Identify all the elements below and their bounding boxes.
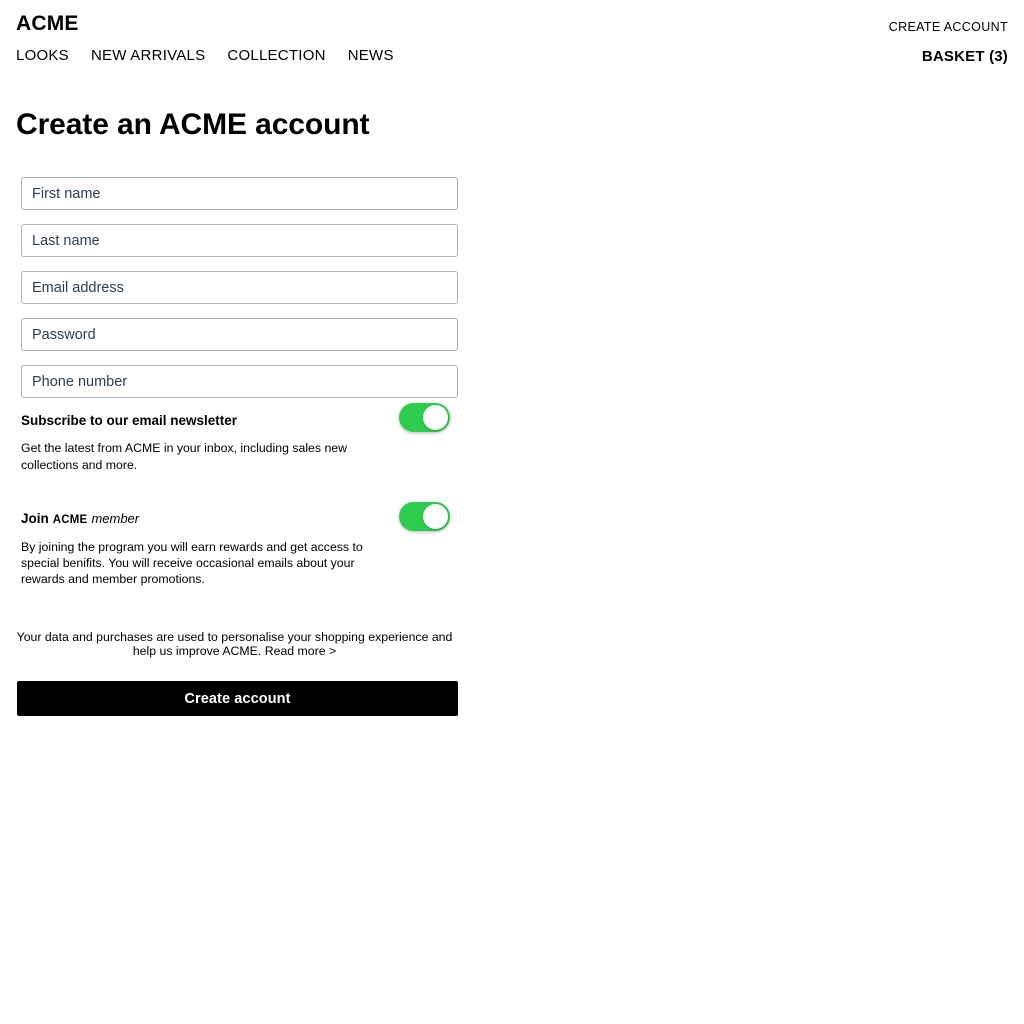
basket-link[interactable]: BASKET (3) — [922, 48, 1008, 65]
membership-title: Join ACME member — [21, 511, 458, 528]
newsletter-option: Subscribe to our email newsletter Get th… — [21, 403, 458, 473]
last-name-input[interactable] — [21, 224, 458, 257]
privacy-note: Your data and purchases are used to pers… — [16, 630, 453, 659]
nav-item-looks[interactable]: LOOKS — [16, 47, 69, 64]
create-account-link[interactable]: CREATE ACCOUNT — [889, 20, 1008, 34]
privacy-read-more-link[interactable]: Read more > — [265, 644, 336, 658]
phone-number-input[interactable] — [21, 365, 458, 398]
membership-title-suffix: member — [91, 510, 140, 526]
membership-option: Join ACME member By joining the program yo… — [21, 501, 458, 588]
toggle-knob-icon — [423, 405, 448, 430]
toggle-knob-icon — [423, 503, 448, 529]
newsletter-description: Get the latest from ACME in your inbox, … — [21, 441, 348, 472]
nav-item-collection[interactable]: COLLECTION — [227, 47, 325, 64]
nav-item-news[interactable]: NEWS — [348, 47, 394, 64]
password-input[interactable] — [21, 318, 458, 351]
page-title: Create an ACME account — [16, 108, 370, 141]
signup-form: Subscribe to our email newsletter Get th… — [21, 177, 458, 588]
nav-item-new-arrivals[interactable]: NEW ARRIVALS — [91, 47, 205, 64]
newsletter-toggle[interactable] — [399, 403, 450, 432]
membership-description: By joining the program you will earn rew… — [21, 539, 363, 587]
email-address-input[interactable] — [21, 271, 458, 304]
create-account-button[interactable]: Create account — [17, 681, 458, 716]
main-navigation: LOOKS NEW ARRIVALS COLLECTION NEWS — [16, 47, 394, 64]
first-name-input[interactable] — [21, 177, 458, 210]
privacy-note-text: Your data and purchases are used to pers… — [16, 630, 453, 659]
membership-title-prefix: Join — [21, 510, 49, 526]
page-root: ACME LOOKS NEW ARRIVALS COLLECTION NEWS … — [0, 0, 1024, 1024]
membership-title-brand: ACME — [52, 513, 88, 526]
site-header: ACME LOOKS NEW ARRIVALS COLLECTION NEWS … — [0, 0, 1024, 80]
newsletter-title: Subscribe to our email newsletter — [21, 413, 238, 428]
membership-toggle[interactable] — [399, 501, 450, 531]
brand-logo[interactable]: ACME — [16, 13, 79, 34]
